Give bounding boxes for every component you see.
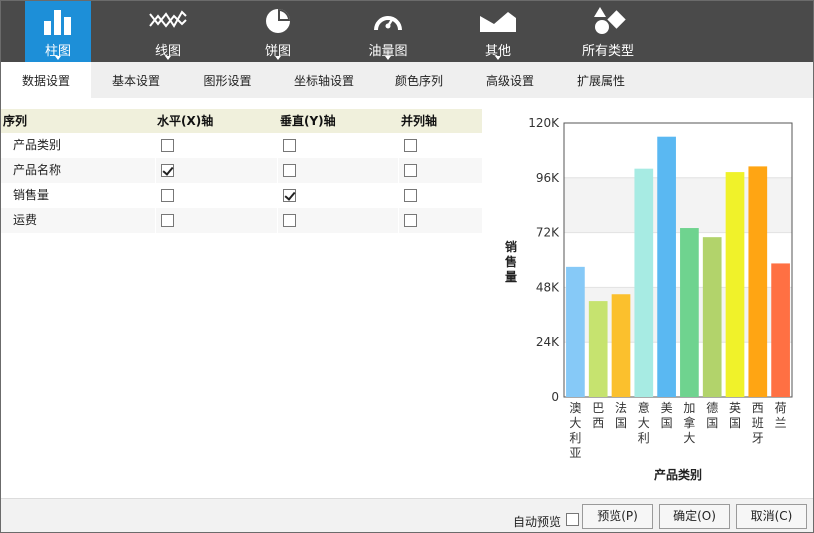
table-row: 产品名称 bbox=[1, 158, 482, 183]
line-chart-icon bbox=[135, 6, 201, 36]
y-tick-label: 48K bbox=[536, 280, 560, 294]
tab-data-settings[interactable]: 数据设置 bbox=[1, 62, 91, 98]
chart-type-other[interactable]: 其他 bbox=[465, 1, 531, 62]
parallel-axis-checkbox[interactable] bbox=[404, 189, 417, 202]
x-tick-label: 美国 bbox=[661, 401, 673, 430]
y-axis-checkbox[interactable] bbox=[283, 139, 296, 152]
row-name: 运费 bbox=[13, 213, 38, 227]
table-row: 运费 bbox=[1, 208, 482, 233]
column-divider bbox=[277, 133, 278, 233]
tab-color-sequence[interactable]: 颜色序列 bbox=[374, 62, 464, 98]
header-y-axis: 垂直(Y)轴 bbox=[280, 114, 336, 128]
parallel-axis-checkbox[interactable] bbox=[404, 214, 417, 227]
chevron-down-icon bbox=[55, 56, 61, 60]
bar bbox=[702, 237, 722, 397]
tab-advanced-settings[interactable]: 高级设置 bbox=[464, 62, 556, 98]
bar bbox=[748, 166, 768, 397]
shapes-icon bbox=[575, 6, 641, 36]
bar bbox=[657, 136, 676, 397]
x-axis-checkbox[interactable] bbox=[161, 189, 174, 202]
chevron-down-icon bbox=[385, 56, 391, 60]
tab-axis-settings[interactable]: 坐标轴设置 bbox=[274, 62, 374, 98]
preview-button[interactable]: 预览(P) bbox=[582, 504, 653, 529]
bar bbox=[566, 266, 585, 397]
y-axis-checkbox[interactable] bbox=[283, 189, 296, 202]
x-axis-checkbox[interactable] bbox=[161, 214, 174, 227]
chart-type-all[interactable]: 所有类型 bbox=[575, 1, 641, 62]
y-axis-title: 销售量 bbox=[505, 239, 517, 284]
bar bbox=[634, 168, 654, 397]
bar bbox=[611, 294, 631, 397]
x-tick-label: 意大利 bbox=[638, 400, 650, 445]
y-tick-label: 96K bbox=[536, 171, 560, 185]
tab-basic-settings[interactable]: 基本设置 bbox=[91, 62, 181, 98]
x-axis-checkbox[interactable] bbox=[161, 139, 174, 152]
pie-chart-icon bbox=[245, 6, 311, 36]
y-tick-label: 72K bbox=[536, 226, 560, 240]
settings-tabs: 数据设置 基本设置 图形设置 坐标轴设置 颜色序列 高级设置 扩展属性 bbox=[1, 62, 813, 98]
x-tick-label: 加拿大 bbox=[683, 401, 695, 445]
x-tick-label: 荷兰 bbox=[775, 401, 787, 430]
auto-preview-label: 自动预览 bbox=[513, 515, 562, 529]
bar bbox=[725, 172, 745, 397]
parallel-axis-checkbox[interactable] bbox=[404, 139, 417, 152]
x-tick-label: 澳大利亚 bbox=[569, 401, 581, 460]
chart-type-all-label: 所有类型 bbox=[581, 44, 634, 59]
x-tick-label: 德国 bbox=[706, 400, 718, 430]
y-tick-label: 0 bbox=[551, 390, 559, 404]
area-chart-icon bbox=[465, 6, 531, 36]
x-tick-label: 西班牙 bbox=[752, 401, 764, 445]
bar bbox=[680, 228, 699, 397]
row-name: 销售量 bbox=[13, 188, 50, 202]
chevron-down-icon bbox=[275, 56, 281, 60]
tab-shape-settings[interactable]: 图形设置 bbox=[181, 62, 274, 98]
x-tick-label: 法国 bbox=[615, 401, 627, 430]
x-axis-title: 产品类别 bbox=[654, 467, 702, 482]
y-tick-label: 24K bbox=[536, 335, 560, 349]
ok-button[interactable]: 确定(O) bbox=[659, 504, 730, 529]
auto-preview-checkbox[interactable] bbox=[566, 513, 579, 526]
header-x-axis: 水平(X)轴 bbox=[157, 114, 214, 128]
bar bbox=[771, 263, 790, 397]
chart-type-pie[interactable]: 饼图 bbox=[245, 1, 311, 62]
column-divider bbox=[398, 133, 399, 233]
x-tick-label: 英国 bbox=[729, 401, 741, 430]
y-tick-label: 120K bbox=[528, 116, 560, 130]
chart-type-gauge[interactable]: 油量图 bbox=[355, 1, 421, 62]
chart-type-toolbar: 柱图 线图 饼图 油量图 其他 所有类型 bbox=[1, 1, 813, 62]
x-axis-checkbox[interactable] bbox=[161, 164, 174, 177]
chart-settings-dialog: 柱图 线图 饼图 油量图 其他 所有类型 数据设置 基本设置 图形设置 坐标轴设… bbox=[0, 0, 814, 533]
x-tick-label: 巴西 bbox=[592, 401, 604, 430]
chart-type-bar[interactable]: 柱图 bbox=[25, 1, 91, 62]
tab-extended-properties[interactable]: 扩展属性 bbox=[556, 62, 646, 98]
chart-preview: 0 24K 48K 72K 96K 120K 澳大利亚 巴西 法国 意大利 美国 加拿大 德国 英国 西班牙… bbox=[497, 109, 803, 494]
bar-chart-icon bbox=[25, 6, 91, 36]
table-header: 序列 水平(X)轴 垂直(Y)轴 并列轴 bbox=[1, 109, 482, 133]
header-parallel-axis: 并列轴 bbox=[401, 114, 438, 128]
cancel-button[interactable]: 取消(C) bbox=[736, 504, 807, 529]
parallel-axis-checkbox[interactable] bbox=[404, 164, 417, 177]
table-row: 销售量 bbox=[1, 183, 482, 208]
chart-type-line[interactable]: 线图 bbox=[135, 1, 201, 62]
gauge-chart-icon bbox=[355, 6, 421, 36]
row-name: 产品类别 bbox=[13, 138, 62, 152]
row-name: 产品名称 bbox=[13, 163, 62, 177]
bar-chart: 0 24K 48K 72K 96K 120K 澳大利亚巴西法国意大利美国加拿大德国英国西班牙… bbox=[505, 116, 793, 482]
y-axis-checkbox[interactable] bbox=[283, 214, 296, 227]
table-row: 产品类别 bbox=[1, 133, 482, 158]
chevron-down-icon bbox=[495, 56, 501, 60]
dialog-footer: 自动预览 预览(P) 确定(O) 取消(C) bbox=[1, 498, 813, 532]
chevron-down-icon bbox=[165, 56, 171, 60]
header-series: 序列 bbox=[3, 114, 28, 128]
column-divider bbox=[155, 133, 156, 233]
bar bbox=[588, 301, 608, 397]
y-axis-checkbox[interactable] bbox=[283, 164, 296, 177]
